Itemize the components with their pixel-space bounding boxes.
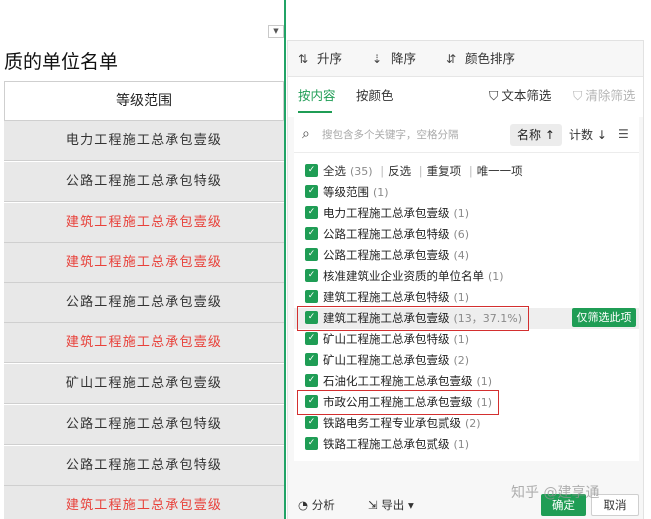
- sort-by-name-button[interactable]: 名称 ↑: [510, 124, 562, 146]
- filter-dropdown-icon[interactable]: ▼: [268, 25, 284, 38]
- chevron-down-icon: ▾: [407, 498, 414, 512]
- checkbox-checked-icon[interactable]: ✓: [305, 416, 318, 429]
- tab-by-content[interactable]: 按内容: [298, 87, 336, 105]
- sort-descending-icon: ⇣: [372, 52, 383, 66]
- selected-column-border: [284, 0, 286, 519]
- list-item[interactable]: ✓ 铁路工程施工总承包贰级 (1): [294, 434, 639, 455]
- list-item[interactable]: ✓ 石油化工工程施工总承包壹级 (1): [294, 371, 639, 392]
- highlighted-item-label: 建筑工程施工总承包壹级 (13，37.1%): [296, 306, 530, 331]
- filter-only-this-button[interactable]: 仅筛选此项: [572, 308, 636, 327]
- checkbox-checked-icon[interactable]: ✓: [305, 227, 318, 240]
- sort-ascending-icon: ⇅: [298, 52, 309, 66]
- checkbox-checked-icon[interactable]: ✓: [305, 269, 318, 282]
- search-row: ⌕ 名称 ↑ 计数 ↓ ☰: [294, 117, 639, 153]
- checkbox-checked-icon[interactable]: ✓: [305, 374, 318, 387]
- analyze-icon: ◔: [298, 498, 309, 512]
- sheet-title: 质的单位名单: [4, 51, 119, 73]
- list-item[interactable]: ✓ 公路工程施工总承包特级 (6): [294, 224, 639, 245]
- spreadsheet: ▼ 质的单位名单 等级范围 电力工程施工总承包壹级 公路工程施工总承包特级 建筑…: [0, 0, 286, 519]
- export-button[interactable]: ⇲ 导出 ▾: [368, 497, 414, 513]
- clear-filter-button[interactable]: ⛉ 清除筛选: [573, 87, 635, 105]
- watermark: 知乎 @建享通: [511, 485, 600, 501]
- table-row[interactable]: 建筑工程施工总承包壹级: [4, 486, 284, 519]
- list-item[interactable]: ✓ 建筑工程施工总承包特级 (1): [294, 287, 639, 308]
- checkbox-checked-icon[interactable]: ✓: [305, 185, 318, 198]
- column-header-cell[interactable]: 等级范围: [4, 81, 284, 121]
- unique-link[interactable]: 唯一一项: [477, 164, 523, 178]
- export-icon: ⇲: [368, 498, 378, 512]
- select-all-row[interactable]: ✓ 全选 (35) | 反选 | 重复项 | 唯一一项: [294, 161, 639, 182]
- checkbox-checked-icon[interactable]: ✓: [305, 353, 318, 366]
- search-input[interactable]: [322, 126, 502, 144]
- list-item-highlighted[interactable]: ✓ 建筑工程施工总承包壹级 (13，37.1%) 仅筛选此项: [294, 306, 639, 331]
- invert-selection-link[interactable]: 反选: [388, 164, 411, 178]
- checkbox-checked-icon[interactable]: ✓: [305, 437, 318, 450]
- table-row[interactable]: 电力工程施工总承包壹级: [4, 121, 284, 161]
- checkbox-checked-icon[interactable]: ✓: [305, 206, 318, 219]
- checkbox-checked-icon[interactable]: ✓: [305, 164, 318, 177]
- checkbox-checked-icon[interactable]: ✓: [305, 248, 318, 261]
- table-row[interactable]: 建筑工程施工总承包壹级: [4, 323, 284, 363]
- table-row[interactable]: 建筑工程施工总承包壹级: [4, 203, 284, 243]
- sort-descending-button[interactable]: ⇣ 降序: [372, 50, 416, 68]
- arrow-up-icon: ↑: [544, 128, 555, 142]
- sort-by-count-button[interactable]: 计数 ↓: [569, 124, 607, 146]
- active-tab-indicator: [298, 111, 332, 113]
- list-item[interactable]: ✓ 市政公用工程施工总承包壹级 (1): [294, 390, 639, 415]
- list-item[interactable]: ✓ 等级范围 (1): [294, 182, 639, 203]
- checkbox-checked-icon[interactable]: ✓: [305, 290, 318, 303]
- duplicates-link[interactable]: 重复项: [427, 164, 462, 178]
- sort-toolbar: ⇅ 升序 ⇣ 降序 ⇵ 颜色排序: [288, 41, 643, 77]
- search-icon: ⌕: [302, 126, 310, 142]
- select-all-count: (35): [350, 165, 373, 178]
- select-all-label: 全选: [323, 164, 346, 178]
- list-item[interactable]: ✓ 核准建筑业企业资质的单位名单 (1): [294, 266, 639, 287]
- boxed-item-label: 市政公用工程施工总承包壹级 (1): [296, 390, 500, 415]
- list-settings-icon[interactable]: ☰: [618, 127, 629, 141]
- sort-by-color-button[interactable]: ⇵ 颜色排序: [446, 50, 515, 68]
- table-row[interactable]: 公路工程施工总承包特级: [4, 405, 284, 445]
- list-item[interactable]: ✓ 矿山工程施工总承包壹级 (2): [294, 350, 639, 371]
- analyze-button[interactable]: ◔ 分析: [298, 497, 335, 513]
- list-item[interactable]: ✓ 公路工程施工总承包壹级 (4): [294, 245, 639, 266]
- color-sort-icon: ⇵: [446, 52, 457, 66]
- filter-content: ⌕ 名称 ↑ 计数 ↓ ☰ ✓ 全选(35) |反选 |重复项 |唯一一项 ✓ …: [294, 117, 639, 461]
- sheet-top-area: [0, 0, 286, 40]
- text-filter-button[interactable]: ⛉ 文本筛选: [489, 87, 551, 105]
- table-row[interactable]: 公路工程施工总承包特级: [4, 162, 284, 202]
- list-item[interactable]: ✓ 铁路电务工程专业承包贰级 (2): [294, 413, 639, 434]
- table-row[interactable]: 公路工程施工总承包特级: [4, 446, 284, 486]
- list-item[interactable]: ✓ 矿山工程施工总承包特级 (1): [294, 329, 639, 350]
- arrow-down-icon: ↓: [596, 128, 607, 142]
- filter-panel: ⇅升序 ⇣降序 ⇵颜色排序 按内容 按颜色 ⛉文本筛选 ⛉清除筛选 ⌕ 名称 ↑…: [287, 40, 644, 519]
- table-row[interactable]: 建筑工程施工总承包壹级: [4, 243, 284, 283]
- table-row[interactable]: 公路工程施工总承包壹级: [4, 283, 284, 323]
- filter-tabs: 按内容 按颜色 ⛉ 文本筛选 ⛉ 清除筛选: [288, 77, 643, 117]
- funnel-clear-icon: ⛉: [573, 88, 583, 103]
- funnel-icon: ⛉: [489, 88, 499, 103]
- checkbox-checked-icon[interactable]: ✓: [305, 332, 318, 345]
- list-item[interactable]: ✓ 电力工程施工总承包壹级 (1): [294, 203, 639, 224]
- table-row[interactable]: 矿山工程施工总承包壹级: [4, 364, 284, 404]
- tab-by-color[interactable]: 按颜色: [356, 87, 394, 105]
- sort-ascending-button[interactable]: ⇅ 升序: [298, 50, 342, 68]
